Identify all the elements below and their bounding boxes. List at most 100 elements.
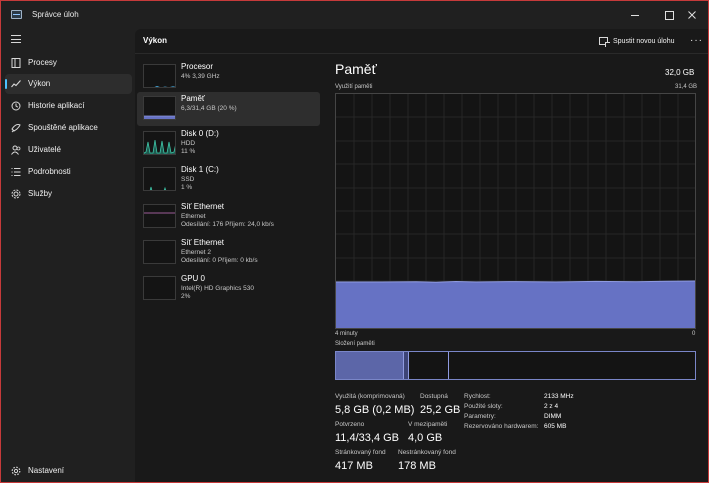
close-button[interactable]: [675, 1, 708, 29]
prop-key: Rychlost:: [464, 393, 491, 400]
prop-key: Parametry:: [464, 413, 496, 420]
sidebar-item-label: Služby: [28, 189, 53, 198]
perf-item-name: Síť Ethernet: [181, 238, 225, 247]
memory-usage-graph: [335, 93, 696, 329]
perf-item-cpu[interactable]: Procesor 4% 3,39 GHz: [137, 60, 320, 94]
main-panel: Výkon Spustit novou úlohu ··· Procesor 4…: [135, 29, 708, 482]
disk-0-thumbnail-graph: [143, 131, 176, 155]
perf-item-name: Síť Ethernet: [181, 202, 225, 211]
prop-value: 2133 MHz: [544, 393, 574, 400]
page-title: Výkon: [143, 36, 168, 45]
main-header: Výkon Spustit novou úlohu ···: [135, 29, 708, 54]
more-options-button[interactable]: ···: [690, 35, 703, 46]
total-memory: 32,0 GB: [665, 68, 695, 77]
sidebar-item-services[interactable]: Služby: [5, 184, 132, 204]
sidebar-item-label: Uživatelé: [28, 145, 61, 154]
prop-value: 2 z 4: [544, 403, 559, 410]
sidebar-item-performance[interactable]: Výkon: [5, 74, 132, 94]
in-use-label: Využitá (komprimovaná): [335, 393, 405, 400]
run-new-task-label: Spustit novou úlohu: [613, 37, 675, 45]
sidebar-item-app-history[interactable]: Historie aplikací: [5, 96, 132, 116]
startup-icon: [11, 124, 21, 133]
available-value: 25,2 GB: [420, 404, 461, 416]
perf-item-name: Disk 1 (C:): [181, 165, 219, 174]
perf-item-sub: Ethernet 2: [181, 249, 211, 256]
ethernet-2-thumbnail-graph: [143, 240, 176, 264]
perf-item-sub: 4% 3,39 GHz: [181, 73, 220, 80]
sidebar-item-settings[interactable]: Nastavení: [5, 461, 132, 481]
composition-free[interactable]: [448, 352, 695, 379]
cached-value: 4,0 GB: [408, 432, 443, 444]
sidebar-item-label: Podrobnosti: [28, 167, 71, 176]
details-icon: [11, 168, 21, 176]
run-task-icon: [599, 37, 610, 47]
sidebar-item-label: Historie aplikací: [28, 101, 85, 110]
perf-item-disk-1[interactable]: Disk 1 (C:) SSD 1 %: [137, 163, 320, 197]
prop-key: Použité sloty:: [464, 403, 503, 410]
memory-composition-bar: [335, 351, 696, 380]
run-new-task-button[interactable]: Spustit novou úlohu: [599, 35, 675, 47]
perf-item-memory[interactable]: Paměť 6,3/31,4 GB (20 %): [137, 92, 320, 126]
cpu-thumbnail-graph: [143, 64, 176, 88]
in-use-value: 5,8 GB (0,2 MB): [335, 404, 415, 416]
memory-usage-area: [336, 281, 695, 328]
sidebar-item-processes[interactable]: Procesy: [5, 53, 132, 73]
perf-item-gpu-0[interactable]: GPU 0 Intel(R) HD Graphics 530 2%: [137, 272, 320, 306]
prop-value: 605 MB: [544, 423, 567, 430]
gear-icon: [11, 466, 21, 476]
composition-in-use[interactable]: [336, 352, 403, 379]
sidebar-item-label: Výkon: [28, 79, 51, 88]
perf-item-ethernet-2[interactable]: Síť Ethernet Ethernet 2 Odesílání: 0 Pří…: [137, 236, 320, 270]
perf-item-disk-0[interactable]: Disk 0 (D:) HDD 11 %: [137, 127, 320, 161]
close-icon: [688, 11, 696, 19]
perf-item-sub: Odesílání: 0 Příjem: 0 kb/s: [181, 257, 258, 264]
perf-item-sub: HDD: [181, 140, 196, 147]
task-manager-window: Správce úloh Procesy Výkon Historie apli…: [0, 0, 709, 483]
perf-item-sub: Ethernet: [181, 213, 206, 220]
perf-item-sub: SSD: [181, 176, 195, 183]
composition-standby[interactable]: [408, 352, 448, 379]
minimize-button[interactable]: [618, 1, 652, 29]
committed-value: 11,4/33,4 GB: [335, 432, 400, 444]
available-label: Dostupná: [420, 393, 448, 400]
perf-item-sub: Intel(R) HD Graphics 530: [181, 285, 254, 292]
sidebar-item-label: Procesy: [28, 58, 57, 67]
history-icon: [11, 101, 21, 111]
task-manager-app-icon: [11, 10, 22, 19]
perf-item-ethernet-1[interactable]: Síť Ethernet Ethernet Odesílání: 176 Pří…: [137, 200, 320, 234]
usage-graph-label: Využití paměti: [335, 84, 373, 90]
perf-item-sub: 11 %: [181, 148, 196, 155]
window-title: Správce úloh: [32, 10, 79, 19]
nonpaged-pool-label: Nestránkovaný fond: [398, 449, 456, 456]
perf-item-sub: Odesílání: 176 Příjem: 24,0 kb/s: [181, 221, 274, 228]
sidebar: Procesy Výkon Historie aplikací Spouštěn…: [1, 29, 135, 482]
nonpaged-pool-value: 178 MB: [398, 460, 436, 472]
paged-pool-label: Stránkovaný fond: [335, 449, 386, 456]
committed-label: Potvrzeno: [335, 421, 365, 428]
perf-item-sub: 1 %: [181, 184, 193, 191]
cached-label: V mezipaměti: [408, 421, 448, 428]
perf-item-name: Paměť: [181, 94, 205, 103]
usage-graph-max: 31,4 GB: [675, 84, 698, 90]
memory-usage-chart: [336, 94, 695, 328]
disk-1-thumbnail-graph: [143, 167, 176, 191]
perf-item-name: Procesor: [181, 62, 214, 71]
detail-title: Paměť: [335, 61, 377, 77]
sidebar-item-startup-apps[interactable]: Spouštěné aplikace: [5, 118, 132, 138]
graph-time-left: 4 minuty: [335, 331, 358, 337]
perf-item-name: GPU 0: [181, 274, 206, 283]
paged-pool-value: 417 MB: [335, 460, 373, 472]
perf-item-name: Disk 0 (D:): [181, 129, 219, 138]
title-bar: Správce úloh: [1, 1, 708, 29]
sidebar-item-label: Spouštěné aplikace: [28, 123, 98, 132]
sidebar-item-users[interactable]: Uživatelé: [5, 140, 132, 160]
composition-label: Složení paměti: [335, 341, 375, 347]
gpu-0-thumbnail-graph: [143, 276, 176, 300]
ethernet-1-thumbnail-graph: [143, 204, 176, 228]
users-icon: [11, 145, 21, 155]
sidebar-item-details[interactable]: Podrobnosti: [5, 162, 132, 182]
performance-icon: [11, 80, 21, 88]
hamburger-menu-icon[interactable]: [11, 35, 21, 43]
services-icon: [11, 189, 21, 199]
prop-value: DIMM: [544, 413, 562, 420]
